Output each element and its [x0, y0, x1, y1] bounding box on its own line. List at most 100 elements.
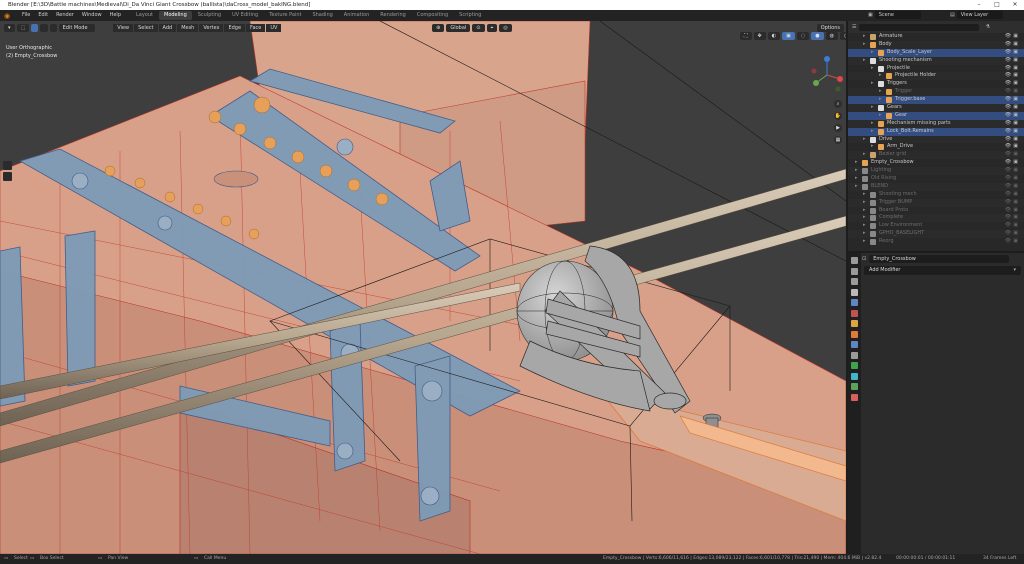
outliner-row[interactable]: ▸ Drive 👁▣	[848, 135, 1024, 144]
menu-render[interactable]: Render	[52, 10, 78, 21]
viewport-menu-mesh[interactable]: Mesh	[177, 23, 199, 32]
view-object-types-icon[interactable]: ⛶	[740, 32, 752, 40]
outliner-row[interactable]: ▸ Gear 👁▣	[848, 111, 1024, 120]
mode-dropdown[interactable]: Edit Mode	[58, 23, 96, 32]
expand-toggle-icon[interactable]: ▸	[879, 112, 882, 120]
visibility-eye-icon[interactable]: 👁▣	[1005, 230, 1020, 238]
material-tab-icon[interactable]	[851, 393, 858, 401]
blender-logo-icon[interactable]: ◉	[4, 12, 14, 20]
outliner-row[interactable]: ▸ Gears 👁▣	[848, 104, 1024, 112]
expand-toggle-icon[interactable]: ▸	[879, 72, 882, 80]
snap-icon[interactable]: ⌖	[486, 23, 498, 32]
visibility-eye-icon[interactable]: 👁▣	[1005, 238, 1020, 246]
expand-toggle-icon[interactable]: ▸	[863, 41, 866, 49]
viewport-menu-face[interactable]: Face	[246, 23, 266, 32]
scene-tab-icon[interactable]	[851, 299, 858, 306]
workspace-tab-animation[interactable]: Animation	[339, 11, 375, 20]
minimize-icon[interactable]: –	[970, 0, 988, 10]
visibility-eye-icon[interactable]: 👁▣	[1005, 33, 1020, 41]
expand-toggle-icon[interactable]: ▸	[855, 167, 858, 175]
expand-toggle-icon[interactable]: ▸	[863, 207, 866, 215]
outliner-row[interactable]: ▸ Shooting mech 👁▣	[848, 191, 1024, 199]
visibility-eye-icon[interactable]: 👁▣	[1005, 88, 1020, 96]
editor-type-icon[interactable]: ▾	[4, 23, 15, 32]
ortho-toggle-icon[interactable]: ▦	[834, 136, 842, 144]
expand-toggle-icon[interactable]: ▸	[855, 183, 858, 191]
add-modifier-dropdown[interactable]: Add Modifier ▾	[864, 266, 1021, 275]
navigation-gizmo[interactable]	[810, 55, 844, 95]
particles-tab-icon[interactable]	[851, 351, 858, 359]
visibility-eye-icon[interactable]: 👁▣	[1005, 72, 1020, 80]
modifier-tab-icon[interactable]	[851, 341, 858, 348]
outliner-search-input[interactable]	[859, 23, 980, 31]
workspace-tab-rendering[interactable]: Rendering	[375, 11, 411, 20]
collection-tab-icon[interactable]	[851, 320, 858, 327]
menu-help[interactable]: Help	[106, 10, 125, 21]
workspace-tab-modeling[interactable]: Modeling	[159, 11, 192, 20]
visibility-eye-icon[interactable]: 👁▣	[1005, 143, 1020, 151]
outliner-row[interactable]: ▸ Lock_Bolt.Remains 👁▣	[848, 127, 1024, 136]
expand-toggle-icon[interactable]: ▸	[855, 159, 858, 167]
viewport-menu-select[interactable]: Select	[134, 23, 158, 32]
expand-toggle-icon[interactable]: ▸	[871, 120, 874, 128]
render-tab-icon[interactable]	[851, 267, 858, 275]
workspace-tab-shading[interactable]: Shading	[307, 11, 337, 20]
outliner-row[interactable]: ▸ Trigger BUMP 👁▣	[848, 198, 1024, 207]
visibility-eye-icon[interactable]: 👁▣	[1005, 65, 1020, 73]
proportional-edit-icon[interactable]: ◎	[499, 23, 512, 32]
menu-edit[interactable]: Edit	[34, 10, 52, 21]
zoom-icon[interactable]: ⌕	[834, 100, 842, 108]
visibility-eye-icon[interactable]: 👁▣	[1005, 191, 1020, 199]
visibility-eye-icon[interactable]: 👁▣	[1005, 199, 1020, 207]
outliner-row[interactable]: ▸ Board Proto 👁▣	[848, 207, 1024, 215]
expand-toggle-icon[interactable]: ▸	[879, 88, 882, 96]
expand-toggle-icon[interactable]: ▸	[863, 214, 866, 222]
close-icon[interactable]: ✕	[1006, 0, 1024, 10]
workspace-tab-scripting[interactable]: Scripting	[454, 11, 486, 20]
select-box-tool-icon[interactable]	[3, 161, 12, 170]
visibility-eye-icon[interactable]: 👁▣	[1005, 80, 1020, 88]
visibility-eye-icon[interactable]: 👁▣	[1005, 136, 1020, 144]
view-layer-selector[interactable]: ▤ View Layer	[950, 11, 1003, 19]
expand-toggle-icon[interactable]: ▸	[863, 191, 866, 199]
options-dropdown[interactable]: Options	[816, 23, 844, 32]
view-layer-tab-icon[interactable]	[851, 288, 858, 296]
visibility-eye-icon[interactable]: 👁▣	[1005, 96, 1020, 104]
viewport-menu-view[interactable]: View	[113, 23, 134, 32]
transform-orientation-dropdown[interactable]: Global	[446, 23, 471, 32]
expand-toggle-icon[interactable]: ▸	[871, 128, 874, 136]
expand-toggle-icon[interactable]: ▸	[871, 80, 874, 88]
menu-file[interactable]: File	[18, 10, 34, 21]
visibility-eye-icon[interactable]: 👁▣	[1005, 214, 1020, 222]
solid-shading-icon[interactable]: ●	[811, 32, 824, 40]
constraints-tab-icon[interactable]	[851, 372, 858, 380]
workspace-tab-texture-paint[interactable]: Texture Paint	[264, 11, 306, 20]
outliner-row[interactable]: ▸ Mechanism missing parts 👁▣	[848, 119, 1024, 128]
mesh-render[interactable]	[0, 21, 846, 554]
workspace-tab-uv-editing[interactable]: UV Editing	[227, 11, 263, 20]
expand-toggle-icon[interactable]: ▸	[863, 230, 866, 238]
visibility-eye-icon[interactable]: 👁▣	[1005, 159, 1020, 167]
visibility-eye-icon[interactable]: 👁▣	[1005, 183, 1020, 191]
vertex-select-icon[interactable]	[31, 23, 39, 32]
pivot-icon[interactable]: ⊙	[472, 23, 485, 32]
viewport-menu-add[interactable]: Add	[158, 23, 177, 32]
viewport-menu-edge[interactable]: Edge	[224, 23, 246, 32]
xray-toggle-icon[interactable]: ▣	[782, 32, 795, 40]
outliner-row[interactable]: ▸ Trigger 👁▣	[848, 88, 1024, 97]
scene-selector[interactable]: ▣ Scene	[868, 11, 921, 19]
outliner-row[interactable]: ▸ BLEND 👁▣	[848, 182, 1024, 191]
expand-toggle-icon[interactable]: ▸	[871, 65, 874, 73]
outliner-row[interactable]: ▸ Arm_Drive 👁▣	[848, 143, 1024, 151]
expand-toggle-icon[interactable]: ▸	[863, 238, 866, 246]
outliner-row[interactable]: ▸ Triggers 👁▣	[848, 80, 1024, 88]
expand-toggle-icon[interactable]: ▸	[871, 143, 874, 151]
view-layer-field[interactable]: View Layer	[956, 11, 1003, 19]
outliner-row[interactable]: ▸ Body 👁▣	[848, 40, 1024, 49]
expand-toggle-icon[interactable]: ▸	[863, 136, 866, 144]
wireframe-shading-icon[interactable]: ◌	[796, 32, 810, 40]
outliner-row[interactable]: ▸ Shooting mechanism 👁▣	[848, 56, 1024, 65]
outliner-row[interactable]: ▸ Old Rising 👁▣	[848, 175, 1024, 183]
tool-tab-icon[interactable]	[851, 257, 858, 264]
visibility-eye-icon[interactable]: 👁▣	[1005, 104, 1020, 112]
